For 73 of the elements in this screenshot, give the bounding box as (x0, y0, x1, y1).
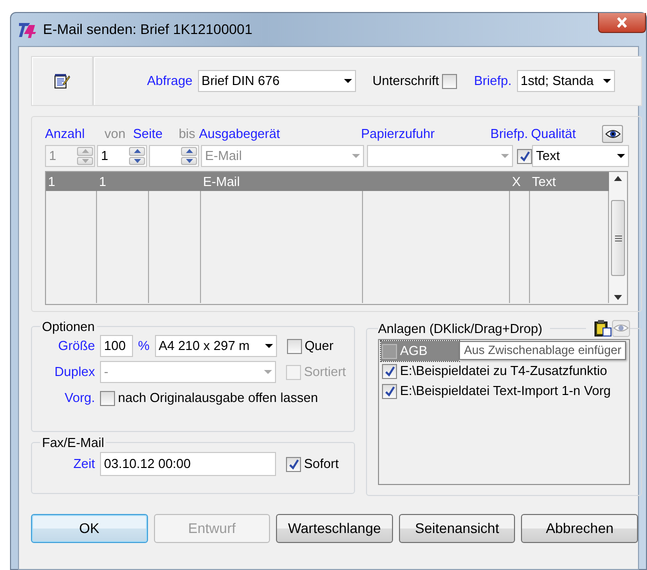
table-cell: E-Mail (203, 174, 240, 189)
column-header: Papierzufuhr (361, 124, 435, 143)
checkbox[interactable] (286, 338, 302, 354)
checkbox[interactable] (382, 344, 397, 358)
letterhead-dropdown[interactable]: 1std; Standa (516, 70, 615, 92)
column-header: Briefp. (490, 124, 528, 143)
checkbox-label: Sortiert (304, 363, 346, 382)
scroll-down-icon[interactable] (614, 295, 622, 300)
query-label: Abfrage (147, 72, 193, 90)
fax-title: Fax/E-Mail (41, 436, 106, 449)
attachment-item[interactable]: E:\Beispieldatei zu T4-Zusatzfunktio (381, 361, 627, 381)
preview-button[interactable] (602, 125, 623, 143)
checkbox-label: nach Originalausgabe offen lassen (118, 389, 318, 408)
app-logo-icon (18, 20, 38, 38)
window-title: E-Mail senden: Brief 1K12100001 (43, 20, 252, 39)
column-header: Seite (133, 124, 163, 142)
close-button[interactable] (598, 13, 646, 33)
attachment-item[interactable]: AGB (381, 341, 459, 361)
quality-dropdown[interactable]: Text (532, 145, 629, 167)
close-icon (616, 17, 628, 28)
column-header: von (104, 124, 126, 142)
letterhead-label: Briefp. (474, 72, 512, 90)
grip-icon (614, 234, 622, 242)
eye-icon (604, 129, 620, 139)
table-cell: X (512, 174, 521, 189)
field-label: Größe (58, 338, 95, 354)
dropdown-caret-icon (344, 79, 352, 83)
dialog-button[interactable]: Abbrechen (521, 514, 638, 543)
percent-label: % (138, 337, 150, 356)
field-label: Duplex (54, 364, 95, 380)
column-header: bis (178, 124, 196, 142)
dialog-button[interactable]: Warteschlange (276, 514, 393, 543)
dialog-button[interactable]: Seitenansicht (398, 514, 516, 543)
query-dropdown[interactable]: Brief DIN 676 (198, 70, 356, 92)
list-row[interactable]: 1 1 E-Mail X Text (46, 172, 609, 191)
dropdown-caret-icon (264, 370, 272, 374)
checkbox[interactable] (382, 384, 397, 398)
time-field[interactable]: 03.10.12 00:00 (100, 452, 276, 476)
dropdown-caret-icon (617, 154, 625, 158)
field-label: Vorg. (64, 390, 95, 406)
checkbox[interactable] (100, 390, 115, 406)
page-from-spinner[interactable]: 1 (97, 145, 147, 167)
checkbox-label: Sofort (304, 455, 339, 474)
dropdown-caret-icon (602, 79, 611, 83)
scroll-thumb[interactable] (611, 200, 625, 276)
attachment-item[interactable]: E:\Beispieldatei Text-Import 1-n Vorg (381, 381, 627, 401)
dropdown-caret-icon (264, 344, 273, 348)
scroll-up-icon[interactable] (614, 176, 622, 181)
table-cell: 1 (48, 174, 56, 189)
checkbox-label: Quer (304, 337, 334, 356)
tooltip: Aus Zwischenablage einfüger (459, 341, 626, 360)
checkbox[interactable] (517, 148, 532, 164)
paste-icon[interactable] (594, 320, 612, 337)
dropdown-caret-icon (501, 154, 509, 158)
page-to-spinner[interactable] (149, 145, 199, 167)
checkbox[interactable] (382, 364, 397, 378)
column-header: Qualität (530, 124, 576, 142)
table-cell: 1 (99, 174, 106, 189)
signature-label: Unterschrift (372, 72, 440, 90)
dialog-button[interactable]: OK (31, 514, 148, 543)
dropdown-caret-icon (352, 154, 360, 158)
size-field[interactable]: 100 (100, 335, 133, 357)
checkbox[interactable] (286, 456, 301, 472)
column-header: Anzahl (45, 124, 85, 142)
scrollbar[interactable] (609, 172, 627, 304)
table-cell: Text (532, 174, 556, 189)
form-edit-icon[interactable] (54, 73, 70, 89)
time-label: Zeit (73, 456, 95, 472)
checkbox[interactable] (442, 74, 458, 88)
attachments-title: Anlagen (DKlick/Drag+Drop) (378, 322, 542, 335)
options-title: Optionen (41, 320, 96, 333)
column-header: Ausgabegerät (199, 124, 280, 143)
paper-format-dropdown[interactable]: A4 210 x 297 m (154, 335, 277, 357)
